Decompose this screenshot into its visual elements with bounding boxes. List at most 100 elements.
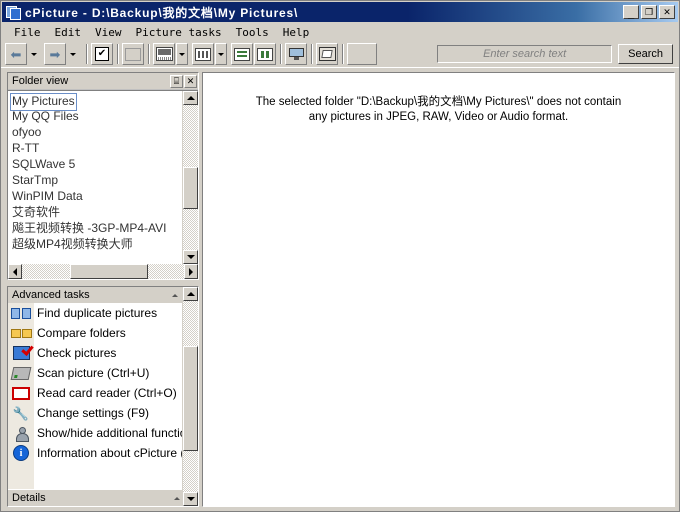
minimize-button[interactable]: _ [623, 5, 639, 20]
task-check-pictures[interactable]: Check pictures [8, 343, 182, 363]
thumbnail-dropdown-button[interactable] [176, 43, 188, 65]
card-reader-icon [12, 385, 30, 401]
search-button[interactable]: Search [618, 44, 673, 64]
tree-row: 艾奇软件 [10, 205, 182, 221]
toolbar-separator [280, 44, 282, 64]
list-view-button[interactable] [231, 43, 253, 65]
menu-item-help[interactable]: Help [276, 25, 317, 40]
task-find-duplicate-pictures[interactable]: Find duplicate pictures [8, 303, 182, 323]
back-button[interactable]: ⬅ [5, 43, 27, 65]
folder-tree-vertical-scrollbar[interactable] [182, 91, 198, 264]
column-view-button[interactable] [254, 43, 276, 65]
pin-icon[interactable]: ⌸ [170, 74, 183, 88]
list-icon [234, 47, 250, 61]
collapse-icon[interactable] [172, 293, 178, 297]
tasks-scroll-track[interactable] [183, 301, 198, 492]
advanced-tasks-list: Find duplicate pictures Compare folders … [8, 303, 182, 489]
triangle-up-icon [186, 292, 195, 296]
menu-item-picture-tasks[interactable]: Picture tasks [129, 25, 229, 40]
tree-row: ofyoo [10, 125, 182, 141]
tree-row: WinPIM Data [10, 189, 182, 205]
menu-item-tools[interactable]: Tools [229, 25, 276, 40]
task-label: Information about cPicture (F [37, 446, 182, 460]
scanner-icon [10, 365, 32, 381]
folder-item-winpim-data[interactable]: WinPIM Data [10, 189, 85, 205]
folder-item-ofyoo[interactable]: ofyoo [10, 125, 43, 141]
details-collapse-icon[interactable] [174, 496, 180, 500]
folder-item-biaowang[interactable]: 飚王视频转换 -3GP-MP4-AVI [10, 221, 168, 237]
tree-row: R-TT [10, 141, 182, 157]
folder-item-chaoji-mp4[interactable]: 超级MP4视频转换大师 [10, 237, 135, 253]
folder-item-startmp[interactable]: StarTmp [10, 173, 60, 189]
check-pictures-icon [12, 345, 30, 361]
rectangle-icon [125, 47, 141, 61]
window-title: cPicture - D:\Backup\我的文档\My Pictures\ [25, 5, 299, 20]
triangle-right-icon [189, 267, 193, 276]
forward-button[interactable]: ➡ [44, 43, 66, 65]
print-button[interactable] [316, 43, 338, 65]
task-show-hide-additional-functions[interactable]: Show/hide additional function [8, 423, 182, 443]
menu-item-view[interactable]: View [88, 25, 129, 40]
folder-item-r-tt[interactable]: R-TT [10, 141, 41, 157]
folder-view-title: Folder view [12, 75, 69, 87]
info-icon: i [12, 445, 30, 461]
forward-dropdown-button[interactable] [67, 43, 79, 65]
full-screen-button[interactable] [122, 43, 144, 65]
advanced-tasks-header[interactable]: Advanced tasks [8, 287, 182, 303]
task-change-settings[interactable]: 🔧 Change settings (F9) [8, 403, 182, 423]
scroll-thumb[interactable] [183, 167, 198, 209]
scroll-track-horizontal[interactable] [22, 264, 184, 279]
folder-tree-horizontal-scrollbar[interactable] [8, 264, 198, 279]
menu-item-edit[interactable]: Edit [48, 25, 89, 40]
maximize-button[interactable]: ❒ [641, 5, 657, 19]
print-box-icon [318, 47, 336, 61]
select-all-button[interactable]: ✔ [91, 43, 113, 65]
task-label: Find duplicate pictures [37, 306, 158, 320]
triangle-down-icon [186, 497, 195, 501]
advanced-tasks-panel: Advanced tasks Find duplicate pictures C… [7, 286, 199, 507]
back-dropdown-button[interactable] [28, 43, 40, 65]
search-input[interactable]: Enter search text [437, 45, 613, 63]
slideshow-button[interactable] [285, 43, 307, 65]
wrench-icon: 🔧 [12, 405, 30, 421]
tasks-scroll-up-button[interactable] [183, 287, 198, 301]
application-window: cPicture - D:\Backup\我的文档\My Pictures\ _… [0, 0, 680, 512]
title-bar[interactable]: cPicture - D:\Backup\我的文档\My Pictures\ _… [2, 2, 678, 22]
thumbnail-view-button[interactable] [153, 43, 175, 65]
scroll-up-button[interactable] [183, 91, 198, 105]
tasks-scroll-thumb[interactable] [183, 346, 198, 451]
grid-view-button[interactable] [192, 43, 214, 65]
folder-item-my-qq-files[interactable]: My QQ Files [10, 109, 81, 125]
empty-folder-message-line2: any pictures in JPEG, RAW, Video or Audi… [308, 111, 569, 123]
scroll-thumb-horizontal[interactable] [70, 264, 148, 279]
scroll-down-button[interactable] [183, 250, 198, 264]
tree-row: My Pictures [10, 93, 182, 111]
chevron-down-icon [179, 52, 185, 56]
close-button[interactable]: ✕ [659, 5, 675, 19]
scroll-right-button[interactable] [184, 264, 198, 279]
content-area: Folder view ⌸ ✕ My Pictures My QQ Files … [1, 68, 679, 511]
scroll-track[interactable] [183, 105, 198, 250]
task-information-about-cpicture[interactable]: i Information about cPicture (F [8, 443, 182, 463]
triangle-down-icon [186, 255, 195, 259]
duplicate-pictures-icon [11, 305, 31, 321]
folder-item-sqlwave-5[interactable]: SQLWave 5 [10, 157, 77, 173]
task-compare-folders[interactable]: Compare folders [8, 323, 182, 343]
menu-item-file[interactable]: File [7, 25, 48, 40]
folder-item-aiqi[interactable]: 艾奇软件 [10, 205, 62, 221]
task-scan-picture[interactable]: Scan picture (Ctrl+U) [8, 363, 182, 383]
tasks-scroll-down-button[interactable] [183, 492, 198, 506]
person-icon [12, 425, 30, 442]
grid-dropdown-button[interactable] [215, 43, 227, 65]
task-label: Read card reader (Ctrl+O) [37, 386, 177, 400]
chevron-down-icon [218, 52, 224, 56]
scroll-left-button[interactable] [8, 264, 22, 279]
details-bar[interactable]: Details [8, 489, 182, 506]
pictures-stack-icon [6, 4, 22, 20]
triangle-up-icon [186, 96, 195, 100]
task-read-card-reader[interactable]: Read card reader (Ctrl+O) [8, 383, 182, 403]
close-panel-icon[interactable]: ✕ [184, 74, 197, 88]
blank-button[interactable] [347, 43, 377, 65]
close-icon: ✕ [663, 7, 671, 17]
tasks-vertical-scrollbar[interactable] [182, 287, 198, 506]
